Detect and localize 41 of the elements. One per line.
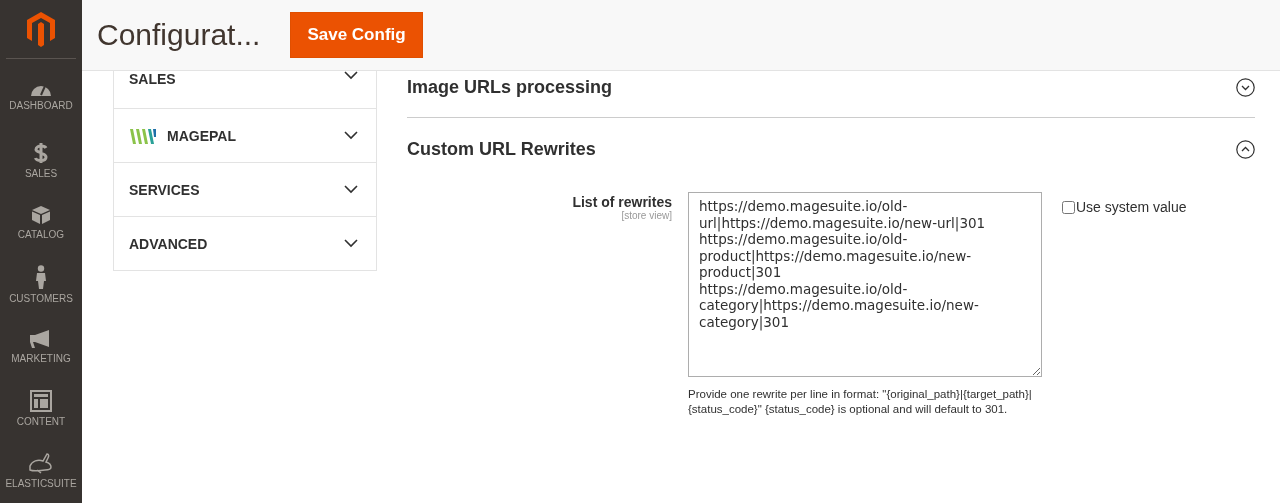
system-value-checkbox[interactable] [1062, 200, 1075, 214]
tab-label: MAGEPAL [167, 127, 236, 144]
field-label: List of rewrites [571, 194, 672, 210]
tab-label: SERVICES [129, 181, 200, 198]
section-header[interactable]: Image URLs processing [407, 71, 1255, 118]
rewrites-textarea[interactable]: https://demo.magesuite.io/old-url|https://demo.magesuite.io/new-url|301 https://demo.magesuite.io/old-product|https://demo.magesuite.io/new-product|301 https://demo.magesuite.io/old-category|https://demo.magesuite.io/new-category|301 [688, 192, 1042, 377]
section-header[interactable]: Custom URL Rewrites [407, 118, 1255, 180]
save-config-button[interactable]: Save Config [290, 12, 423, 58]
section-title: Image URLs processing [407, 76, 613, 98]
person-icon [35, 264, 47, 289]
nav-item[interactable]: ELASTICSUITE [0, 439, 82, 501]
layout-icon [30, 389, 52, 412]
checkbox-label: Use system value [1076, 199, 1187, 215]
nav-item[interactable]: CUSTOMERS [0, 253, 82, 315]
box-icon [31, 204, 51, 225]
page-title: Configurat... [97, 18, 261, 52]
stripes-logo-icon [129, 126, 157, 145]
tab-label: SALES [129, 71, 176, 87]
section-title: Custom URL Rewrites [407, 138, 596, 160]
config-tab[interactable]: MAGEPAL [114, 108, 376, 162]
expand-icon[interactable] [1236, 77, 1255, 97]
chevron-icon [344, 185, 358, 194]
nav-item[interactable]: MARKETING [0, 315, 82, 377]
config-tab[interactable]: SALES [114, 71, 376, 108]
tab-label: ADVANCED [129, 235, 208, 252]
chevron-icon [344, 239, 358, 248]
chevron-icon [344, 71, 358, 80]
dollar-icon [33, 141, 49, 164]
field-note: Provide one rewrite per line in format: "{original_path}|{target_path}|{status_code}" {status_code} is optional and will default to 301. [688, 387, 1033, 417]
collapse-icon[interactable] [1236, 139, 1255, 159]
logo-icon[interactable] [26, 11, 56, 47]
chevron-icon [344, 131, 358, 140]
config-tab[interactable]: ADVANCED [114, 216, 376, 270]
nav-item[interactable]: CATALOG [0, 191, 82, 253]
gauge-icon [30, 85, 52, 96]
nav-item[interactable]: SALES [0, 129, 82, 191]
nav-item[interactable]: DASHBOARD [0, 67, 82, 129]
scope-label: [store view] [620, 210, 672, 221]
config-tab[interactable]: SERVICES [114, 162, 376, 216]
nav-item[interactable]: CONTENT [0, 377, 82, 439]
rabbit-icon [27, 451, 55, 474]
